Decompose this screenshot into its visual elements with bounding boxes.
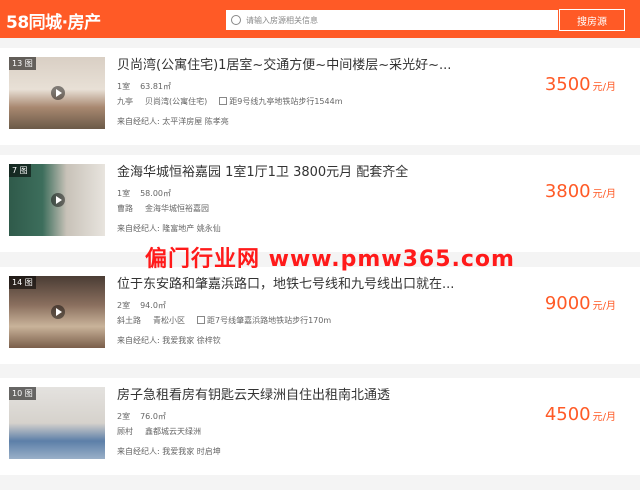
listing-price: 9000 元/月 — [545, 293, 616, 314]
community-link[interactable]: 金海华城恒裕嘉园 — [145, 204, 209, 213]
community-link[interactable]: 鑫都城云天绿洲 — [145, 427, 201, 436]
listing-price: 3500 元/月 — [545, 74, 616, 95]
community-link[interactable]: 贝尚湾(公寓住宅) — [145, 97, 207, 106]
price-value: 3500 — [544, 74, 591, 95]
community-link[interactable]: 青松小区 — [153, 316, 185, 325]
listing-title[interactable]: 贝尚湾(公寓住宅)1居室~交通方便~中间楼层~采光好~... — [117, 54, 457, 73]
listing-meta: 1室 58.00㎡ — [117, 188, 181, 199]
listing-meta: 1室 63.81㎡ — [117, 81, 181, 92]
photo-count-badge: 14 图 — [9, 276, 36, 289]
site-logo[interactable]: 58同城·房产 — [6, 8, 101, 33]
photo-count-badge: 13 图 — [9, 57, 36, 70]
price-unit: 元/月 — [592, 189, 616, 200]
district-link[interactable]: 斜土路 — [117, 316, 141, 325]
listing-item[interactable]: 14 图 位于东安路和肇嘉浜路口，地铁七号线和九号线出口就在... 2室 94.0… — [0, 267, 640, 364]
subway-info: 距7号线肇嘉浜路地铁站步行170m — [197, 316, 331, 325]
listing-title[interactable]: 位于东安路和肇嘉浜路口，地铁七号线和九号线出口就在... — [117, 273, 457, 292]
listing-title[interactable]: 金海华城恒裕嘉园 1室1厅1卫 3800元月 配套齐全 — [117, 161, 457, 180]
listing-item[interactable]: 7 图 金海华城恒裕嘉园 1室1厅1卫 3800元月 配套齐全 1室 58.00㎡… — [0, 155, 640, 252]
floor-area: 58.00㎡ — [140, 189, 171, 198]
subway-text: 距9号线九亭地铁站步行1544m — [229, 97, 343, 106]
listing-photo[interactable]: 7 图 — [9, 164, 105, 236]
listing-item[interactable]: 10 图 房子急租看房有钥匙云天绿洲自住出租南北通透 2室 76.0㎡ 顾村 鑫都城… — [0, 378, 640, 475]
agent-info: 来自经纪人: 我爱我家 时启坤 — [117, 447, 221, 456]
price-unit: 元/月 — [592, 301, 616, 312]
header: 58同城·房产 搜房源 — [0, 0, 640, 38]
play-icon[interactable] — [51, 86, 65, 100]
listing-location: 曹路 金海华城恒裕嘉园 — [117, 203, 221, 214]
listing-price: 3800 元/月 — [545, 181, 616, 202]
room-count: 1室 — [117, 82, 131, 91]
play-icon[interactable] — [51, 305, 65, 319]
search-box — [225, 9, 559, 31]
listing-location: 九亭 贝尚湾(公寓住宅) 距9号线九亭地铁站步行1544m — [117, 96, 355, 107]
logo-number: 58 — [6, 13, 29, 33]
photo-count-badge: 7 图 — [9, 164, 31, 177]
floor-area: 94.0㎡ — [140, 301, 166, 310]
radio-icon[interactable] — [231, 15, 241, 25]
price-value: 9000 — [544, 293, 591, 314]
listing-meta: 2室 94.0㎡ — [117, 300, 176, 311]
floor-area: 63.81㎡ — [140, 82, 171, 91]
subway-icon — [197, 316, 205, 324]
listing-photo[interactable]: 14 图 — [9, 276, 105, 348]
search-input[interactable] — [246, 12, 546, 28]
price-value: 3800 — [544, 181, 591, 202]
search-button[interactable]: 搜房源 — [559, 9, 625, 31]
listing-title[interactable]: 房子急租看房有钥匙云天绿洲自住出租南北通透 — [117, 384, 457, 403]
listing-photo[interactable]: 13 图 — [9, 57, 105, 129]
listing-item[interactable]: 13 图 贝尚湾(公寓住宅)1居室~交通方便~中间楼层~采光好~... 1室 63… — [0, 48, 640, 145]
room-count: 2室 — [117, 412, 131, 421]
subway-text: 距7号线肇嘉浜路地铁站步行170m — [207, 316, 332, 325]
listing-meta: 2室 76.0㎡ — [117, 411, 176, 422]
listing-location: 斜土路 青松小区 距7号线肇嘉浜路地铁站步行170m — [117, 315, 343, 326]
logo-text: 同城·房产 — [28, 13, 101, 33]
listing-photo[interactable]: 10 图 — [9, 387, 105, 459]
price-unit: 元/月 — [592, 412, 616, 423]
district-link[interactable]: 顾村 — [117, 427, 133, 436]
subway-info: 距9号线九亭地铁站步行1544m — [219, 97, 343, 106]
price-value: 4500 — [544, 404, 591, 425]
agent-info: 来自经纪人: 太平洋房屋 陈孝亮 — [117, 117, 229, 126]
listing-price: 4500 元/月 — [545, 404, 616, 425]
room-count: 2室 — [117, 301, 131, 310]
listing-location: 顾村 鑫都城云天绿洲 — [117, 426, 213, 437]
agent-info: 来自经纪人: 我爱我家 徐梓钦 — [117, 336, 221, 345]
price-unit: 元/月 — [592, 82, 616, 93]
photo-count-badge: 10 图 — [9, 387, 36, 400]
district-link[interactable]: 九亭 — [117, 97, 133, 106]
agent-info: 来自经纪人: 隆富地产 姚永仙 — [117, 224, 221, 233]
district-link[interactable]: 曹路 — [117, 204, 133, 213]
floor-area: 76.0㎡ — [140, 412, 166, 421]
room-count: 1室 — [117, 189, 131, 198]
play-icon[interactable] — [51, 193, 65, 207]
subway-icon — [219, 97, 228, 105]
watermark-text: 偏门行业网 www.pmw365.com — [145, 247, 515, 272]
